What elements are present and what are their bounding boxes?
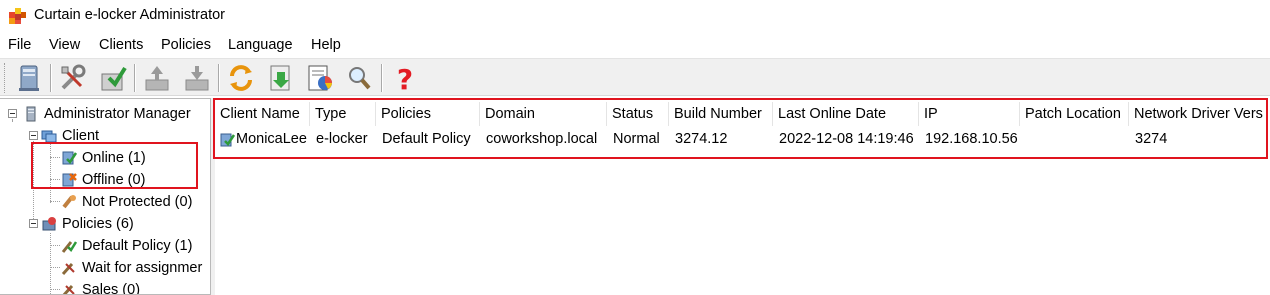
tree-item-administrator-manager[interactable]: Administrator Manager bbox=[22, 103, 191, 125]
highlight-box-tree-status bbox=[31, 142, 198, 189]
tree-item-sales[interactable]: Sales (0) bbox=[60, 279, 141, 295]
tree-line bbox=[50, 267, 60, 268]
computer-icon[interactable] bbox=[13, 62, 45, 94]
tree-line bbox=[50, 289, 60, 290]
tree-line bbox=[12, 119, 13, 121]
toolbar-separator bbox=[134, 64, 136, 92]
menu-policies[interactable]: Policies bbox=[161, 37, 211, 53]
tree-label: Wait for assignmer bbox=[82, 260, 203, 276]
tree-label: Administrator Manager bbox=[44, 106, 191, 122]
menu-clients[interactable]: Clients bbox=[99, 37, 143, 53]
window-title: Curtain e-locker Administrator bbox=[34, 7, 225, 23]
tree-label: Default Policy (1) bbox=[82, 238, 193, 254]
tree-item-wait-for-assignment[interactable]: Wait for assignmer bbox=[60, 257, 202, 279]
menu-help[interactable]: Help bbox=[311, 37, 341, 53]
toolbar-separator bbox=[381, 64, 383, 92]
policy-tools-icon bbox=[60, 281, 78, 294]
tree-view[interactable]: Administrator Manager Client Online (1) … bbox=[0, 98, 211, 295]
server-icon bbox=[22, 105, 40, 123]
policy-check-icon bbox=[60, 237, 78, 255]
report-icon[interactable] bbox=[304, 62, 336, 94]
tree-line bbox=[50, 201, 60, 202]
tree-line bbox=[50, 233, 51, 294]
highlight-box-client-list bbox=[213, 98, 1268, 159]
search-icon[interactable] bbox=[343, 62, 375, 94]
tree-line bbox=[50, 245, 60, 246]
menu-bar: File View Clients Policies Language Help bbox=[0, 34, 1270, 56]
tree-expander-policies[interactable] bbox=[29, 219, 38, 228]
menu-file[interactable]: File bbox=[8, 37, 31, 53]
menu-view[interactable]: View bbox=[49, 37, 80, 53]
tree-expander-root[interactable] bbox=[8, 109, 17, 118]
tree-label: Sales (0) bbox=[82, 282, 141, 295]
tree-item-default-policy[interactable]: Default Policy (1) bbox=[60, 235, 192, 257]
refresh-icon[interactable] bbox=[225, 62, 257, 94]
toolbar-grip[interactable] bbox=[4, 63, 7, 93]
title-bar: Curtain e-locker Administrator bbox=[0, 0, 1270, 32]
tree-label: Not Protected (0) bbox=[82, 194, 193, 210]
tree-item-not-protected[interactable]: Not Protected (0) bbox=[60, 191, 192, 213]
download-disabled-icon[interactable] bbox=[181, 62, 213, 94]
toolbar: ? bbox=[0, 58, 1270, 96]
help-icon[interactable]: ? bbox=[389, 62, 421, 96]
tree-expander-client[interactable] bbox=[29, 131, 38, 140]
update-icon[interactable] bbox=[265, 62, 297, 94]
upload-disabled-icon[interactable] bbox=[141, 62, 173, 94]
svg-text:?: ? bbox=[397, 63, 413, 94]
toolbar-separator bbox=[50, 64, 52, 92]
policy-tools-icon bbox=[60, 259, 78, 277]
tree-item-policies[interactable]: Policies (6) bbox=[40, 213, 134, 235]
policies-icon bbox=[40, 215, 58, 233]
toolbar-separator bbox=[218, 64, 220, 92]
menu-language[interactable]: Language bbox=[228, 37, 293, 53]
not-protected-icon bbox=[60, 193, 78, 211]
install-icon[interactable] bbox=[97, 62, 129, 94]
tree-label: Policies (6) bbox=[62, 216, 134, 232]
tools-icon[interactable] bbox=[57, 62, 89, 94]
app-logo-icon bbox=[8, 7, 27, 25]
